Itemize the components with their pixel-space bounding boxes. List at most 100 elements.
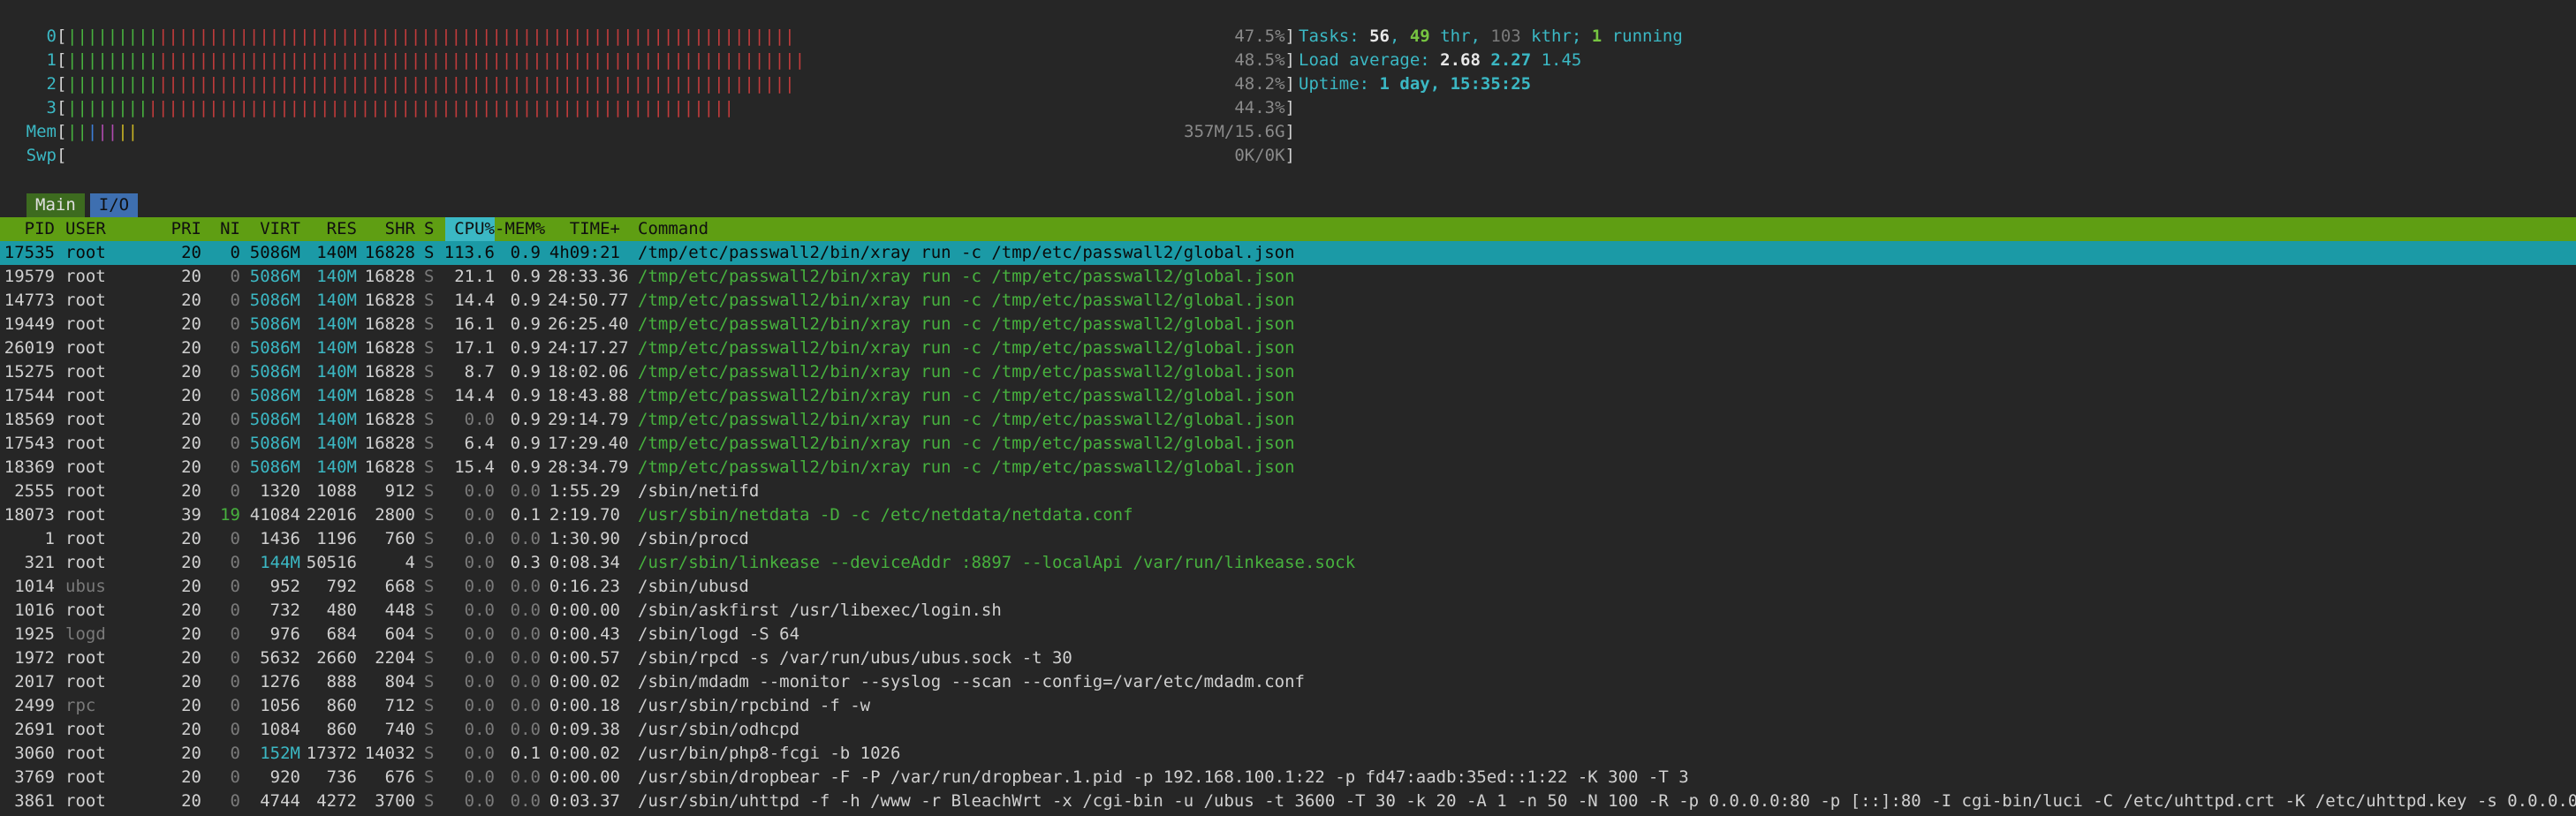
cell-res: 888 xyxy=(326,672,357,691)
cell-pid: 2017 xyxy=(14,672,55,691)
col-pid[interactable]: PID xyxy=(0,217,55,241)
cell-cpu: 0.0 xyxy=(464,744,495,763)
meter-label: Swp xyxy=(26,146,57,165)
col-pri[interactable]: PRI xyxy=(159,217,201,241)
table-row[interactable]: 26019 root 20 0 5086M 140M 16828 S 17.1 0.9 24:17.… xyxy=(0,336,2576,360)
cell-res: 1196 xyxy=(316,529,357,548)
table-row[interactable]: 3060 root 20 0 152M 17372 14032 S 0.0 0.1 0:00.02 /… xyxy=(0,742,2576,766)
table-row[interactable]: 2555 root 20 0 1320 1088 912 S 0.0 0.0 1:55.29/sbi… xyxy=(0,480,2576,503)
col-virt[interactable]: VIRT xyxy=(247,217,300,241)
cell-mem: 0.0 xyxy=(510,672,541,691)
cell-ni: 0 xyxy=(230,648,240,668)
cell-user: root xyxy=(65,243,106,262)
cell-time: 0:08.34 xyxy=(549,553,620,572)
table-row[interactable]: 19579 root 20 0 5086M 140M 16828 S 21.1 0.9 28:33.… xyxy=(0,265,2576,289)
cell-user: root xyxy=(65,457,106,477)
cell-pid: 3060 xyxy=(14,744,55,763)
cell-user: root xyxy=(65,553,106,572)
meter-value-wrap: 44.3%] xyxy=(1234,98,1295,117)
tab-main[interactable]: Main xyxy=(27,193,85,217)
cell-s: S xyxy=(424,744,435,763)
cell-s: S xyxy=(424,291,435,310)
cell-ni: 19 xyxy=(220,505,240,525)
cell-mem: 0.0 xyxy=(510,601,541,620)
cell-pid: 1972 xyxy=(14,648,55,668)
meter-value: 48.2% xyxy=(1234,74,1285,94)
cell-shr: 760 xyxy=(384,529,415,548)
table-row[interactable]: 17543 root 20 0 5086M 140M 16828 S 6.4 0.9 17:29.4… xyxy=(0,432,2576,456)
uptime-line: Uptime: 1 day, 15:35:25 xyxy=(1299,74,1532,94)
cell-pid: 2555 xyxy=(14,481,55,501)
meter-bar: ||||||||||||||||||||||||||||||||||||||||… xyxy=(67,74,795,94)
cell-s: S xyxy=(424,386,435,405)
cell-mem: 0.0 xyxy=(510,767,541,787)
cell-virt: 5086M xyxy=(249,410,300,429)
table-row[interactable]: 15275 root 20 0 5086M 140M 16828 S 8.7 0.9 18:02.0… xyxy=(0,360,2576,384)
cell-res: 140M xyxy=(316,410,357,429)
cell-pid: 26019 xyxy=(4,338,55,358)
col-res[interactable]: RES xyxy=(306,217,357,241)
cell-command: /usr/bin/php8-fcgi -b 1026 xyxy=(638,744,901,763)
cell-ni: 0 xyxy=(230,624,240,644)
cell-shr: 668 xyxy=(384,577,415,596)
cell-command: /tmp/etc/passwall2/bin/xray run -c /tmp/… xyxy=(638,410,1295,429)
table-row[interactable]: 1972 root 20 0 5632 2660 2204 S 0.0 0.0 0:00.57/sb… xyxy=(0,646,2576,670)
running-count: 1 xyxy=(1591,26,1602,46)
cell-cpu: 0.0 xyxy=(464,601,495,620)
cell-cpu: 0.0 xyxy=(464,553,495,572)
col-ni[interactable]: NI xyxy=(208,217,240,241)
cell-user: root xyxy=(65,767,106,787)
table-row[interactable]: 1 root 20 0 1436 1196 760 S 0.0 0.0 1:30.90/sbin/p… xyxy=(0,527,2576,551)
table-row[interactable]: 2691 root 20 0 1084 860 740 S 0.0 0.0 0:09.38/usr/… xyxy=(0,718,2576,742)
cell-s: S xyxy=(424,481,435,501)
table-row[interactable]: 14773 root 20 0 5086M 140M 16828 S 14.4 0.9 24:50.… xyxy=(0,289,2576,313)
kthreads-count: 103 xyxy=(1490,26,1521,46)
table-row[interactable]: 18569 root 20 0 5086M 140M 16828 S 0.0 0.9 29:14.7… xyxy=(0,408,2576,432)
table-row[interactable]: 321 root 20 0 144M 50516 4 S 0.0 0.3 0:08.34/usr/s… xyxy=(0,551,2576,575)
table-row[interactable]: 19449 root 20 0 5086M 140M 16828 S 16.1 0.9 26:25.… xyxy=(0,313,2576,336)
cell-virt: 1320 xyxy=(260,481,300,501)
table-row[interactable]: 1016 root 20 0 732 480 448 S 0.0 0.0 0:00.00/sbin/… xyxy=(0,599,2576,623)
cell-pid: 2499 xyxy=(14,696,55,715)
cell-ni: 0 xyxy=(230,577,240,596)
table-row[interactable]: 3861 root 20 0 4744 4272 3700 S 0.0 0.0 0:03.37/us… xyxy=(0,790,2576,813)
cell-command: /tmp/etc/passwall2/bin/xray run -c /tmp/… xyxy=(638,362,1295,382)
col-mem[interactable]: -MEM% xyxy=(495,217,545,241)
cell-pid: 1 xyxy=(44,529,55,548)
table-row[interactable]: 3769 root 20 0 920 736 676 S 0.0 0.0 0:00.00/usr/s… xyxy=(0,766,2576,790)
cell-res: 140M xyxy=(316,314,357,334)
table-row[interactable]: 18369 root 20 0 5086M 140M 16828 S 15.4 0.9 28:34.… xyxy=(0,456,2576,480)
cell-pid: 19579 xyxy=(4,267,55,286)
cell-pri: 20 xyxy=(181,720,201,739)
cell-time: 2:19.70 xyxy=(549,505,620,525)
cell-ni: 0 xyxy=(230,338,240,358)
col-shr[interactable]: SHR xyxy=(362,217,415,241)
cell-user: root xyxy=(65,267,106,286)
table-row[interactable]: 1014 ubus 20 0 952 792 668 S 0.0 0.0 0:16.23/sbin/… xyxy=(0,575,2576,599)
table-row[interactable]: 2499 rpc 20 0 1056 860 712 S 0.0 0.0 0:00.18/usr/s… xyxy=(0,694,2576,718)
col-user[interactable]: USER xyxy=(65,217,106,241)
col-command[interactable]: Command xyxy=(638,217,708,241)
tab-io[interactable]: I/O xyxy=(89,193,139,217)
cell-s: S xyxy=(424,696,435,715)
col-time[interactable]: TIME+ xyxy=(548,217,620,241)
col-cpu-sorted[interactable]: CPU% xyxy=(445,217,495,241)
col-state[interactable]: S xyxy=(424,217,434,241)
cell-s: S xyxy=(424,410,435,429)
cell-pri: 20 xyxy=(181,434,201,453)
table-row[interactable]: 1925 logd 20 0 976 684 604 S 0.0 0.0 0:00.43/sbin/… xyxy=(0,623,2576,646)
table-row[interactable]: 18073 root 39 19 41084 22016 2800 S 0.0 0.1 2:19.7… xyxy=(0,503,2576,527)
table-row[interactable]: 2017 root 20 0 1276 888 804 S 0.0 0.0 0:00.02/sbin… xyxy=(0,670,2576,694)
cell-cpu: 14.4 xyxy=(454,386,495,405)
cell-user: root xyxy=(65,791,106,811)
cell-ni: 0 xyxy=(230,791,240,811)
cell-pri: 20 xyxy=(181,386,201,405)
cell-shr: 712 xyxy=(384,696,415,715)
table-row[interactable]: 17544 root 20 0 5086M 140M 16828 S 14.4 0.9 18:43.… xyxy=(0,384,2576,408)
table-row[interactable]: 17535 root 20 0 5086M 140M 16828 S 113.6 0.9 4h09:… xyxy=(0,241,2576,265)
cell-cpu: 0.0 xyxy=(464,720,495,739)
cell-command: /tmp/etc/passwall2/bin/xray run -c /tmp/… xyxy=(638,386,1295,405)
meter-open-bracket: [ xyxy=(57,122,67,141)
cell-mem: 0.9 xyxy=(510,243,541,262)
cell-command: /tmp/etc/passwall2/bin/xray run -c /tmp/… xyxy=(638,291,1295,310)
